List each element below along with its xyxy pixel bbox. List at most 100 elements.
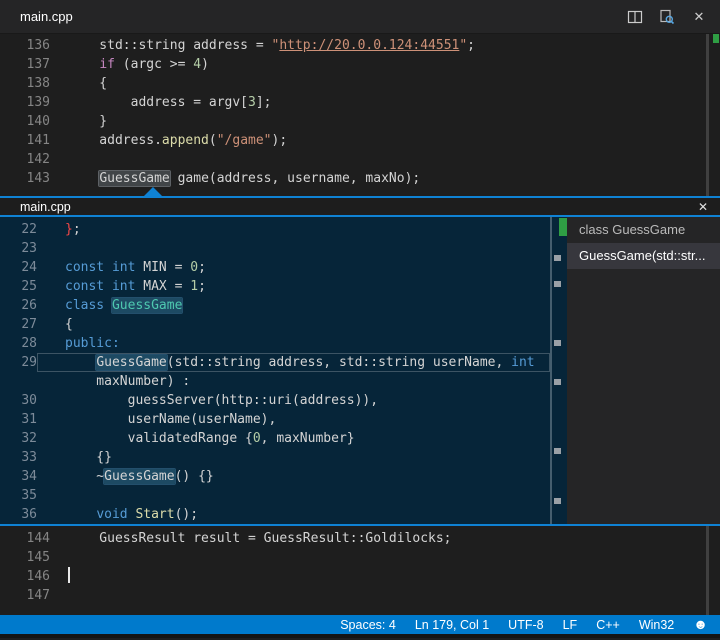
line-number: 146 — [0, 567, 50, 586]
code-line[interactable]: 26class GuessGame — [0, 296, 550, 315]
code-line[interactable]: 142 — [0, 150, 720, 169]
code-line[interactable]: 32 validatedRange {0, maxNumber} — [0, 429, 550, 448]
code-line[interactable]: 34 ~GuessGame() {} — [0, 467, 550, 486]
line-number: 24 — [0, 258, 37, 277]
code-token: "/game" — [217, 133, 272, 148]
code-line[interactable]: 145 — [0, 548, 720, 567]
code-line[interactable]: 146 — [0, 567, 720, 586]
editor-scrollbar[interactable] — [706, 34, 709, 196]
line-content: guessServer(http::uri(address)), — [37, 391, 550, 410]
editor-top[interactable]: 136 std::string address = "http://20.0.0… — [0, 34, 720, 196]
line-number: 30 — [0, 391, 37, 410]
line-content: std::string address = "http://20.0.0.124… — [50, 36, 720, 55]
code-line[interactable]: 141 address.append("/game"); — [0, 131, 720, 150]
line-number: 142 — [0, 150, 50, 169]
peek-result-item[interactable]: GuessGame(std::str... — [567, 243, 720, 269]
code-token: {} — [65, 450, 112, 465]
code-line[interactable]: 31 userName(userName), — [0, 410, 550, 429]
code-line[interactable]: maxNumber) : — [0, 372, 550, 391]
code-token: http://20.0.0.124:44551 — [279, 38, 459, 53]
code-token: const — [65, 260, 104, 275]
code-token: address. — [68, 133, 162, 148]
line-content: ~GuessGame() {} — [37, 467, 550, 486]
code-line[interactable]: 147 — [0, 586, 720, 605]
code-line[interactable]: 23 — [0, 239, 550, 258]
line-number: 27 — [0, 315, 37, 334]
code-token: address = argv[ — [68, 95, 248, 110]
code-token: void — [96, 507, 127, 522]
line-number: 147 — [0, 586, 50, 605]
code-line[interactable]: 33 {} — [0, 448, 550, 467]
code-token: ]; — [256, 95, 272, 110]
ruler-occurrence-marker — [554, 281, 561, 287]
code-line[interactable]: 22}; — [0, 220, 550, 239]
code-line[interactable]: 139 address = argv[3]; — [0, 93, 720, 112]
code-token: ) — [201, 57, 209, 72]
line-number: 141 — [0, 131, 50, 150]
code-line[interactable]: 28public: — [0, 334, 550, 353]
editor-bottom-lines: 144 GuessResult result = GuessResult::Go… — [0, 529, 720, 605]
line-content: class GuessGame — [37, 296, 550, 315]
code-line[interactable]: 144 GuessResult result = GuessResult::Go… — [0, 529, 720, 548]
tab-main-cpp[interactable]: main.cpp — [20, 9, 73, 24]
feedback-smiley-icon[interactable]: ☻ — [693, 615, 708, 634]
line-content: public: — [37, 334, 550, 353]
overview-ruler-green-marker — [713, 34, 719, 43]
code-token: MAX = — [135, 279, 190, 294]
line-content — [50, 548, 720, 567]
code-line[interactable]: 25const int MAX = 1; — [0, 277, 550, 296]
code-line[interactable]: 35 — [0, 486, 550, 505]
peek-editor-lines: 22};2324const int MIN = 0;25const int MA… — [0, 220, 550, 524]
language-indicator[interactable]: C++ — [596, 618, 620, 632]
code-line[interactable]: 29 GuessGame(std::string address, std::s… — [0, 353, 550, 372]
peek-close-icon[interactable]: ✕ — [696, 200, 710, 214]
code-token: { — [68, 76, 107, 91]
line-content: GuessResult result = GuessResult::Goldil… — [50, 529, 720, 548]
peek-result-item[interactable]: class GuessGame — [567, 217, 720, 243]
eol-indicator[interactable]: LF — [563, 618, 578, 632]
code-line[interactable]: 140 } — [0, 112, 720, 131]
code-line[interactable]: 137 if (argc >= 4) — [0, 55, 720, 74]
code-token — [68, 171, 99, 186]
code-token: GuessGame — [99, 171, 169, 186]
peek-title: main.cpp — [20, 200, 696, 214]
peek-scrollbar[interactable] — [550, 217, 552, 524]
code-token: Start — [135, 507, 174, 522]
code-token: GuessGame — [96, 355, 166, 370]
code-line[interactable]: 143 GuessGame game(address, username, ma… — [0, 169, 720, 188]
indentation-indicator[interactable]: Spaces: 4 — [340, 618, 396, 632]
code-line[interactable]: 138 { — [0, 74, 720, 93]
line-content: void Start(); — [37, 505, 550, 524]
code-token: { — [65, 317, 73, 332]
split-editor-icon[interactable] — [626, 8, 644, 26]
code-token: 4 — [193, 57, 201, 72]
code-token: class — [65, 298, 104, 313]
line-number: 32 — [0, 429, 37, 448]
code-line[interactable]: 27 { — [0, 315, 550, 334]
peek-anchor-arrow — [144, 187, 162, 196]
tab-bar: main.cpp ✕ — [0, 0, 720, 34]
code-line[interactable]: 24const int MIN = 0; — [0, 258, 550, 277]
encoding-indicator[interactable]: UTF-8 — [508, 618, 543, 632]
code-token: () {} — [175, 469, 214, 484]
code-token: ; — [198, 279, 206, 294]
open-preview-icon[interactable] — [658, 8, 676, 26]
peek-overview-ruler[interactable] — [550, 217, 567, 524]
line-number — [0, 372, 37, 391]
code-token: GuessGame — [112, 298, 182, 313]
code-line[interactable]: 36 void Start(); — [0, 505, 550, 524]
code-line[interactable]: 136 std::string address = "http://20.0.0… — [0, 36, 720, 55]
editor-bottom[interactable]: 144 GuessResult result = GuessResult::Go… — [0, 526, 720, 615]
code-line[interactable]: 30 guessServer(http::uri(address)), — [0, 391, 550, 410]
ruler-occurrence-marker — [554, 498, 561, 504]
code-token: (); — [175, 507, 198, 522]
line-content: { — [37, 315, 550, 334]
code-token: userName(userName), — [65, 412, 276, 427]
close-editor-icon[interactable]: ✕ — [690, 8, 708, 26]
editor-scrollbar-lower[interactable] — [706, 526, 709, 615]
code-token: ~ — [65, 469, 104, 484]
peek-editor[interactable]: 22};2324const int MIN = 0;25const int MA… — [0, 217, 550, 524]
cursor-position-indicator[interactable]: Ln 179, Col 1 — [415, 618, 489, 632]
line-number: 36 — [0, 505, 37, 524]
platform-indicator[interactable]: Win32 — [639, 618, 674, 632]
